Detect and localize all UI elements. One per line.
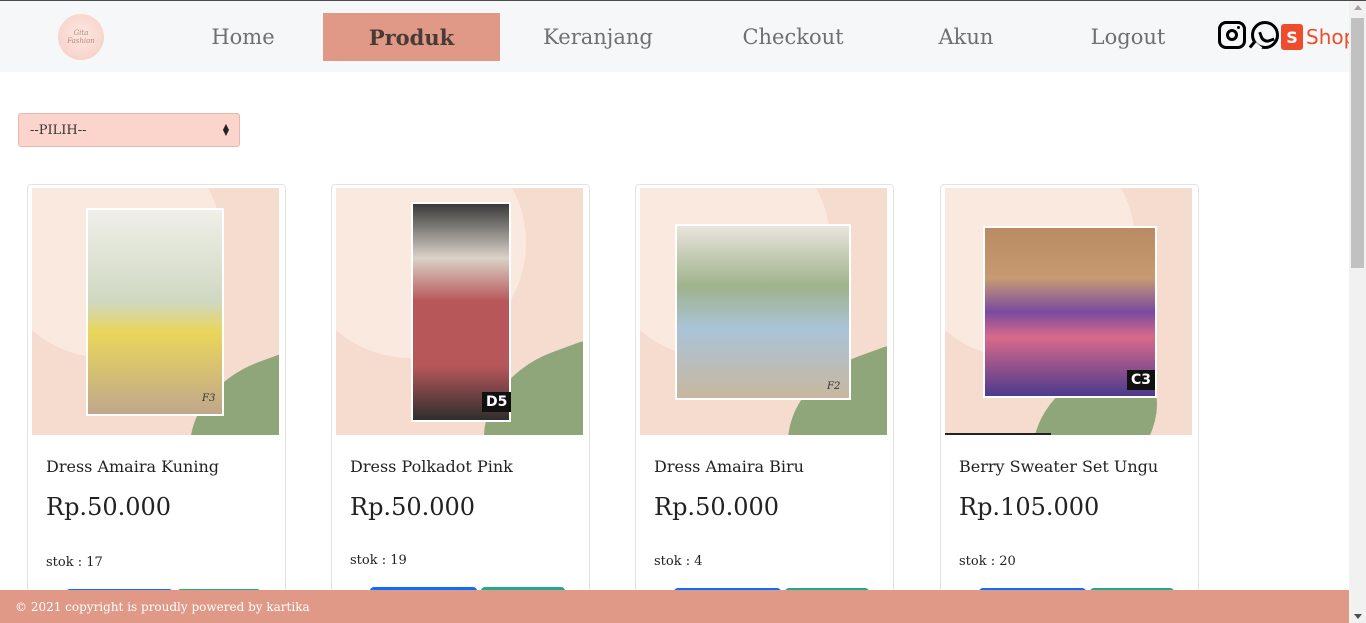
footer-copyright: © 2021 copyright is proudly powered by k… bbox=[15, 599, 310, 614]
scroll-thumb[interactable] bbox=[1351, 18, 1364, 268]
nav-home[interactable]: Home bbox=[190, 13, 296, 61]
product-code-label: D5 bbox=[482, 392, 512, 412]
image-underline bbox=[945, 433, 1051, 435]
product-card: C3 Berry Sweater Set Ungu Rp.105.000 sto… bbox=[940, 184, 1199, 604]
product-image[interactable]: F3 bbox=[32, 188, 279, 435]
product-code-label: C3 bbox=[1127, 370, 1156, 390]
scroll-down-arrow-icon[interactable] bbox=[1354, 614, 1362, 619]
product-image[interactable]: F2 bbox=[640, 188, 887, 435]
page-scrollbar[interactable] bbox=[1349, 1, 1366, 623]
product-photo bbox=[86, 208, 224, 416]
navbar: Gita Fashion Home Produk Keranjang Check… bbox=[0, 1, 1366, 72]
nav-produk[interactable]: Produk bbox=[323, 13, 500, 61]
product-stock: stok : 4 bbox=[654, 554, 703, 569]
category-select[interactable]: --PILIH-- ▲ ▼ bbox=[18, 113, 240, 147]
shopee-bag-icon: S bbox=[1281, 24, 1303, 50]
product-name: Dress Amaira Kuning bbox=[46, 457, 219, 476]
product-stock: stok : 20 bbox=[959, 554, 1016, 569]
select-arrows-icon: ▲ ▼ bbox=[222, 122, 229, 137]
product-card: F2 Dress Amaira Biru Rp.50.000 stok : 4 bbox=[635, 184, 894, 604]
category-select-value: --PILIH-- bbox=[30, 122, 87, 138]
footer: © 2021 copyright is proudly powered by k… bbox=[0, 590, 1349, 623]
product-price: Rp.105.000 bbox=[959, 493, 1100, 521]
product-image[interactable]: C3 bbox=[945, 188, 1192, 435]
brand-logo[interactable]: Gita Fashion bbox=[58, 14, 104, 60]
product-photo bbox=[675, 224, 851, 400]
product-name: Dress Polkadot Pink bbox=[350, 457, 513, 476]
product-image[interactable]: D5 bbox=[336, 188, 583, 435]
product-code-label: F2 bbox=[827, 381, 841, 392]
product-card: F3 Dress Amaira Kuning Rp.50.000 stok : … bbox=[27, 184, 286, 604]
product-photo bbox=[411, 202, 511, 422]
nav-logout[interactable]: Logout bbox=[1075, 13, 1181, 61]
nav-checkout[interactable]: Checkout bbox=[727, 13, 859, 61]
whatsapp-icon[interactable] bbox=[1251, 21, 1279, 49]
nav-keranjang[interactable]: Keranjang bbox=[530, 13, 666, 61]
product-price: Rp.50.000 bbox=[350, 493, 476, 521]
product-price: Rp.50.000 bbox=[46, 493, 172, 521]
product-code-label: F3 bbox=[202, 393, 216, 404]
product-name: Dress Amaira Biru bbox=[654, 457, 804, 476]
product-price: Rp.50.000 bbox=[654, 493, 780, 521]
product-card: D5 Dress Polkadot Pink Rp.50.000 stok : … bbox=[331, 184, 590, 604]
product-name: Berry Sweater Set Ungu bbox=[959, 457, 1159, 476]
scroll-up-arrow-icon[interactable] bbox=[1354, 5, 1362, 10]
nav-akun[interactable]: Akun bbox=[920, 13, 1012, 61]
instagram-icon[interactable] bbox=[1218, 21, 1246, 49]
product-stock: stok : 17 bbox=[46, 555, 103, 570]
brand-logo-text: Gita Fashion bbox=[67, 29, 95, 45]
product-stock: stok : 19 bbox=[350, 553, 407, 568]
